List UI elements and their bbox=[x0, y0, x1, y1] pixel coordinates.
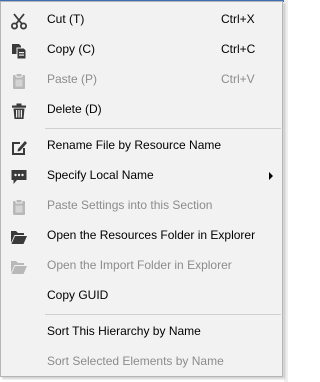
menu-item-label: Sort This Hierarchy by Name bbox=[47, 324, 201, 338]
menu-separator bbox=[45, 128, 281, 129]
menu-item-specify-local-name[interactable]: Specify Local Name bbox=[2, 161, 281, 191]
menu-item-sort-hierarchy[interactable]: Sort This Hierarchy by Name bbox=[2, 317, 281, 347]
menu-item-shortcut: Ctrl+X bbox=[221, 12, 255, 26]
menu-item-label: Copy (C) bbox=[47, 42, 96, 56]
menu-item-rename-file[interactable]: Rename File by Resource Name bbox=[2, 131, 281, 161]
menu-item-label: Cut (T) bbox=[47, 12, 85, 26]
menu-separator bbox=[45, 314, 281, 315]
menu-item-open-import-folder[interactable]: Open the Import Folder in Explorer bbox=[2, 251, 281, 281]
menu-item-label: Paste (P) bbox=[47, 72, 98, 86]
rename-icon bbox=[10, 138, 28, 156]
menu-item-open-resources-folder[interactable]: Open the Resources Folder in Explorer bbox=[2, 221, 281, 251]
menu-item-label: Sort Selected Elements by Name bbox=[47, 354, 224, 368]
menu-item-label: Delete (D) bbox=[47, 102, 102, 116]
context-menu: Cut (T) Ctrl+X Copy (C) Ctrl+C Paste (P)… bbox=[0, 1, 283, 377]
menu-item-cut[interactable]: Cut (T) Ctrl+X bbox=[2, 5, 281, 35]
submenu-arrow-icon bbox=[269, 172, 273, 180]
comment-icon bbox=[10, 168, 28, 186]
trash-icon bbox=[10, 102, 28, 120]
menu-item-label: Open the Import Folder in Explorer bbox=[47, 258, 232, 272]
menu-item-copy[interactable]: Copy (C) Ctrl+C bbox=[2, 35, 281, 65]
menu-item-paste[interactable]: Paste (P) Ctrl+V bbox=[2, 65, 281, 95]
folder-open-icon bbox=[10, 258, 28, 276]
menu-item-paste-settings[interactable]: Paste Settings into this Section bbox=[2, 191, 281, 221]
menu-item-label: Specify Local Name bbox=[47, 168, 154, 182]
menu-item-label: Rename File by Resource Name bbox=[47, 138, 222, 152]
paste-icon bbox=[10, 72, 28, 90]
copy-icon bbox=[10, 42, 28, 60]
scissors-icon bbox=[10, 12, 28, 30]
menu-item-label: Paste Settings into this Section bbox=[47, 198, 213, 212]
menu-item-shortcut: Ctrl+C bbox=[221, 42, 256, 56]
menu-item-delete[interactable]: Delete (D) bbox=[2, 95, 281, 125]
folder-open-icon bbox=[10, 228, 28, 246]
background-window bbox=[284, 0, 288, 382]
menu-item-copy-guid[interactable]: Copy GUID bbox=[2, 281, 281, 311]
menu-item-label: Copy GUID bbox=[47, 288, 109, 302]
menu-item-sort-selected[interactable]: Sort Selected Elements by Name bbox=[2, 347, 281, 377]
menu-item-shortcut: Ctrl+V bbox=[221, 72, 255, 86]
menu-item-label: Open the Resources Folder in Explorer bbox=[47, 228, 256, 242]
clipboard-icon bbox=[10, 198, 28, 216]
